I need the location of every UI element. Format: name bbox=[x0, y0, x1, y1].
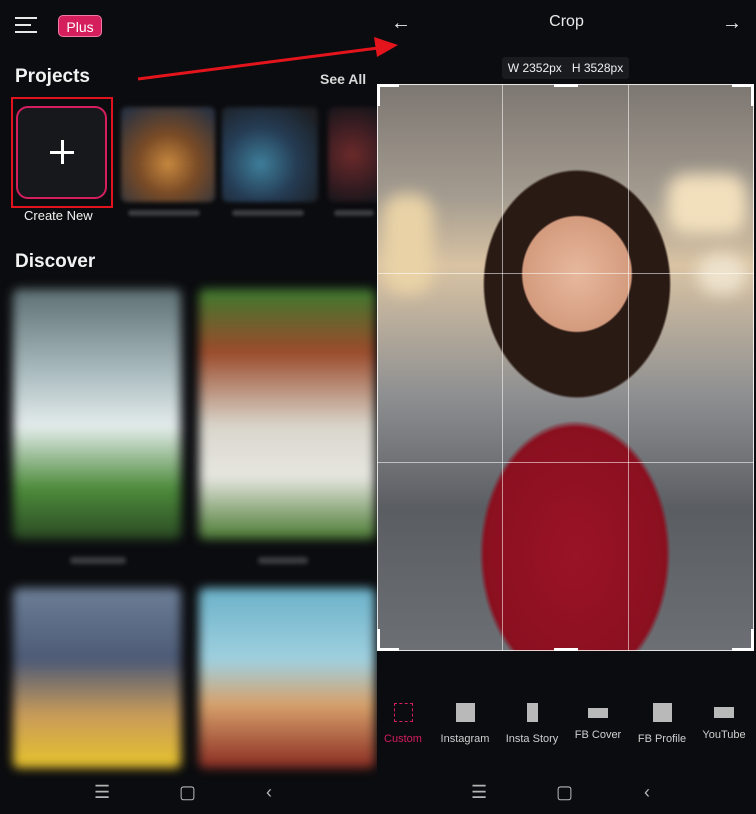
crop-handle-top-left[interactable] bbox=[377, 84, 399, 87]
discover-card[interactable] bbox=[13, 289, 181, 539]
home-icon[interactable]: ▢ bbox=[556, 782, 573, 803]
discover-card[interactable] bbox=[199, 588, 375, 768]
project-thumbnail[interactable] bbox=[121, 107, 215, 202]
crop-handle-bottom[interactable] bbox=[554, 648, 578, 651]
preset-instagram[interactable]: Instagram bbox=[440, 703, 490, 745]
widescreen-ratio-icon bbox=[714, 707, 734, 718]
custom-ratio-icon bbox=[393, 703, 413, 722]
system-nav-bar: ☰ ▢ ‹ bbox=[377, 777, 756, 807]
crop-handle-top[interactable] bbox=[554, 84, 578, 87]
project-thumbnail[interactable] bbox=[222, 107, 318, 202]
discover-heading: Discover bbox=[15, 251, 96, 272]
project-label-blurred bbox=[128, 210, 200, 216]
discover-label-blurred bbox=[70, 557, 126, 564]
crop-frame[interactable] bbox=[377, 84, 754, 651]
back-nav-icon[interactable]: ‹ bbox=[266, 782, 272, 803]
preset-custom[interactable]: Custom bbox=[383, 703, 423, 745]
projects-heading: Projects bbox=[15, 66, 90, 87]
discover-label-blurred bbox=[258, 557, 308, 564]
create-new-label: Create New bbox=[24, 208, 93, 223]
crop-presets-toolbar: Custom Instagram Insta Story FB Cover FB… bbox=[377, 703, 756, 753]
home-icon[interactable]: ▢ bbox=[179, 782, 196, 803]
recents-icon[interactable]: ☰ bbox=[471, 782, 487, 803]
portrait-ratio-icon bbox=[526, 703, 538, 722]
recents-icon[interactable]: ☰ bbox=[94, 782, 110, 803]
square-ratio-icon bbox=[652, 703, 672, 722]
crop-handle-bottom-left[interactable] bbox=[377, 648, 399, 651]
landscape-ratio-icon bbox=[588, 708, 608, 718]
next-arrow-icon[interactable]: → bbox=[722, 12, 742, 35]
project-thumbnail[interactable] bbox=[328, 107, 377, 202]
system-nav-bar: ☰ ▢ ‹ bbox=[0, 777, 377, 807]
hamburger-menu-icon[interactable] bbox=[15, 17, 37, 35]
preset-fb-profile[interactable]: FB Profile bbox=[637, 703, 687, 745]
preset-fb-cover[interactable]: FB Cover bbox=[574, 703, 622, 741]
height-readout: H 3528px bbox=[571, 61, 624, 75]
discover-card[interactable] bbox=[13, 588, 181, 768]
width-readout: W 2352px bbox=[507, 61, 562, 75]
project-label-blurred bbox=[232, 210, 304, 216]
preset-youtube[interactable]: YouTube bbox=[702, 703, 746, 741]
discover-card[interactable] bbox=[199, 289, 375, 539]
preset-insta-story[interactable]: Insta Story bbox=[505, 703, 559, 745]
page-title: Crop bbox=[549, 13, 584, 30]
plus-badge[interactable]: Plus bbox=[58, 15, 102, 37]
create-new-button[interactable] bbox=[16, 106, 107, 199]
back-nav-icon[interactable]: ‹ bbox=[644, 782, 650, 803]
project-label-blurred bbox=[334, 210, 374, 216]
projects-screen: Plus Projects See All Create New Discove… bbox=[0, 0, 377, 814]
dimension-readout: W 2352px H 3528px bbox=[502, 57, 629, 79]
square-ratio-icon bbox=[455, 703, 475, 722]
crop-screen: ← Crop → W 2352px H 3528px Custom Instag… bbox=[377, 0, 756, 814]
see-all-link[interactable]: See All bbox=[320, 71, 366, 87]
